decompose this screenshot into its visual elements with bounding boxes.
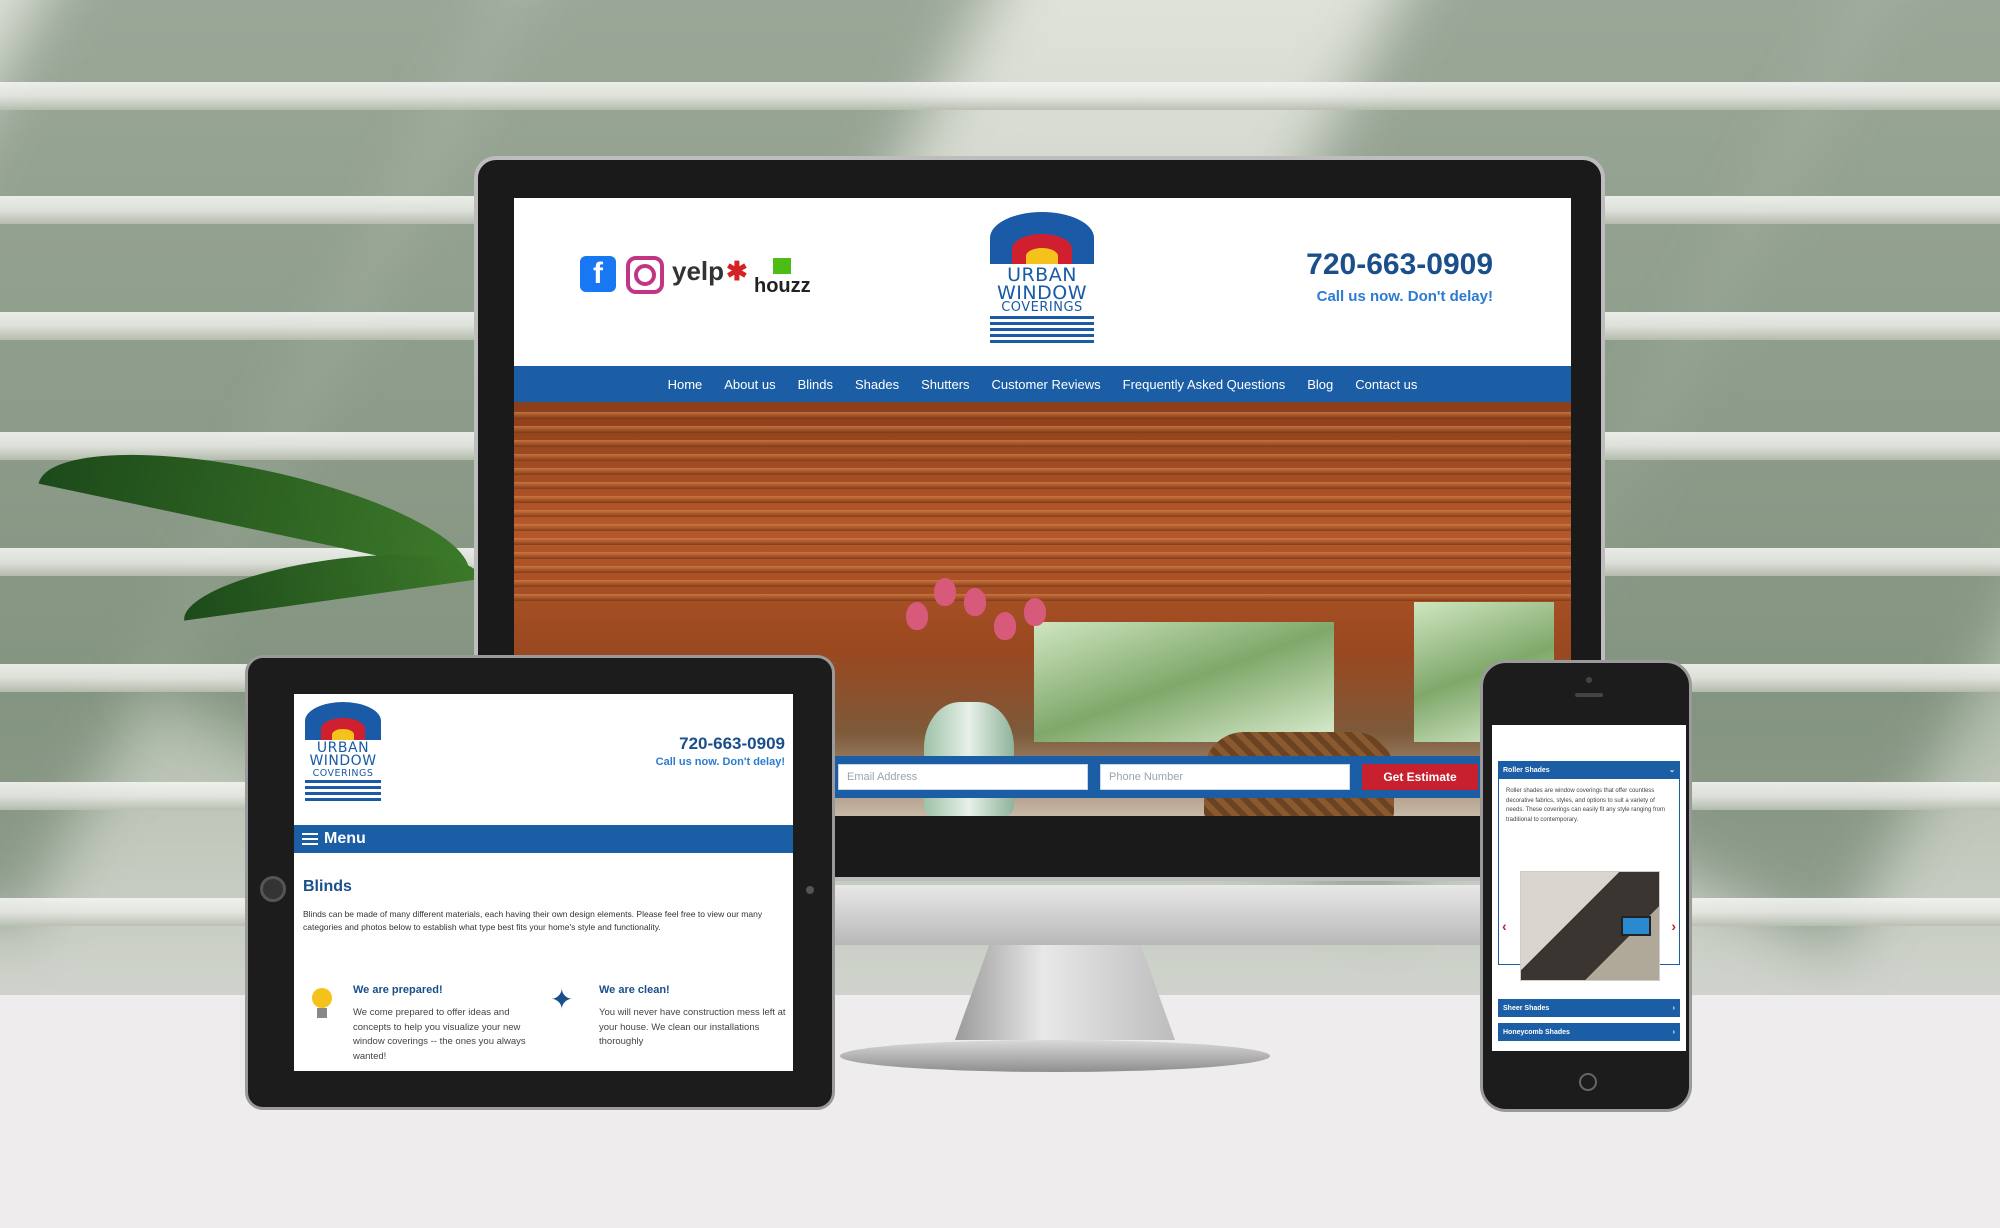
feature-prepared: We are prepared! We come prepared to off… [353, 984, 543, 1065]
nav-blog[interactable]: Blog [1307, 377, 1333, 392]
tablet-device: URBAN WINDOW COVERINGS 720-663-0909 Call… [245, 655, 835, 1110]
carousel-prev-icon[interactable]: ‹ [1502, 918, 1507, 934]
header-contact: 720-663-0909 Call us now. Don't delay! [1306, 248, 1493, 305]
accordion-sheer-shades[interactable]: Sheer Shades › [1498, 999, 1680, 1017]
site-header: f yelp ✱ houzz URBAN WINDOW COVERINGS 720… [514, 198, 1571, 366]
nav-shutters[interactable]: Shutters [921, 377, 969, 392]
chevron-down-icon: ⌄ [1669, 767, 1675, 774]
sparkle-icon: ✦ [550, 984, 574, 1015]
chevron-right-icon: › [1672, 1004, 1675, 1012]
page-title: Blinds [303, 878, 352, 895]
roller-shades-photo [1520, 871, 1660, 981]
call-to-action: Call us now. Don't delay! [1316, 288, 1493, 305]
nav-about-us[interactable]: About us [724, 377, 775, 392]
nav-shades[interactable]: Shades [855, 377, 899, 392]
lightbulb-icon [310, 988, 334, 1022]
get-estimate-button[interactable]: Get Estimate [1362, 764, 1478, 790]
phone-speaker [1575, 693, 1603, 697]
hamburger-icon [302, 833, 318, 845]
houzz-icon[interactable]: houzz [754, 258, 811, 296]
nav-home[interactable]: Home [668, 377, 703, 392]
tablet-logo[interactable]: URBAN WINDOW COVERINGS [302, 702, 384, 802]
tablet-menu-button[interactable]: Menu [294, 825, 793, 853]
roller-shades-description: Roller shades are window coverings that … [1506, 788, 1665, 823]
feature-text: You will never have construction mess le… [599, 1007, 786, 1048]
facebook-icon[interactable]: f [580, 256, 616, 292]
accordion-label: Sheer Shades [1503, 1004, 1550, 1012]
email-field[interactable]: Email Address [838, 764, 1088, 790]
nav-blinds[interactable]: Blinds [798, 377, 833, 392]
accordion-roller-shades[interactable]: Roller Shades ⌄ [1498, 761, 1680, 779]
phone-camera [1586, 677, 1592, 683]
tablet-call-to-action: Call us now. Don't delay! [655, 756, 785, 768]
home-button[interactable] [1579, 1073, 1597, 1091]
nav-customer-reviews[interactable]: Customer Reviews [992, 377, 1101, 392]
estimate-form: Email Address Phone Number Get Estimate [830, 756, 1571, 798]
nav-contact-us[interactable]: Contact us [1355, 377, 1417, 392]
feature-text: We come prepared to offer ideas and conc… [353, 1007, 526, 1063]
menu-label: Menu [324, 830, 366, 847]
feature-clean: We are clean! You will never have constr… [599, 984, 789, 1050]
phone-field[interactable]: Phone Number [1100, 764, 1350, 790]
phone-screen: Roller Shades ⌄ Roller shades are window… [1492, 725, 1686, 1051]
page-intro: Blinds can be made of many different mat… [303, 909, 763, 932]
tablet-camera [260, 876, 286, 902]
feature-title: We are prepared! [353, 984, 443, 996]
main-nav: Home About us Blinds Shades Shutters Cus… [514, 366, 1571, 402]
phone-number[interactable]: 720-663-0909 [1306, 248, 1493, 282]
accordion-honeycomb-shades[interactable]: Honeycomb Shades › [1498, 1023, 1680, 1041]
accordion-label: Honeycomb Shades [1503, 1028, 1570, 1036]
phone-device: Roller Shades ⌄ Roller shades are window… [1480, 660, 1692, 1112]
tablet-screen: URBAN WINDOW COVERINGS 720-663-0909 Call… [294, 694, 793, 1071]
yelp-icon[interactable]: yelp ✱ [672, 256, 748, 287]
instagram-icon[interactable] [626, 256, 664, 294]
tablet-header-contact: 720-663-0909 Call us now. Don't delay! [656, 734, 785, 768]
chevron-right-icon: › [1672, 1028, 1675, 1036]
tablet-sensor [806, 886, 814, 894]
site-logo[interactable]: URBAN WINDOW COVERINGS [986, 212, 1098, 347]
tablet-phone-number[interactable]: 720-663-0909 [656, 734, 785, 754]
accordion-label: Roller Shades [1503, 766, 1550, 774]
carousel-next-icon[interactable]: › [1671, 918, 1676, 934]
feature-title: We are clean! [599, 984, 670, 996]
monitor-base [840, 1040, 1270, 1072]
nav-faq[interactable]: Frequently Asked Questions [1123, 377, 1286, 392]
